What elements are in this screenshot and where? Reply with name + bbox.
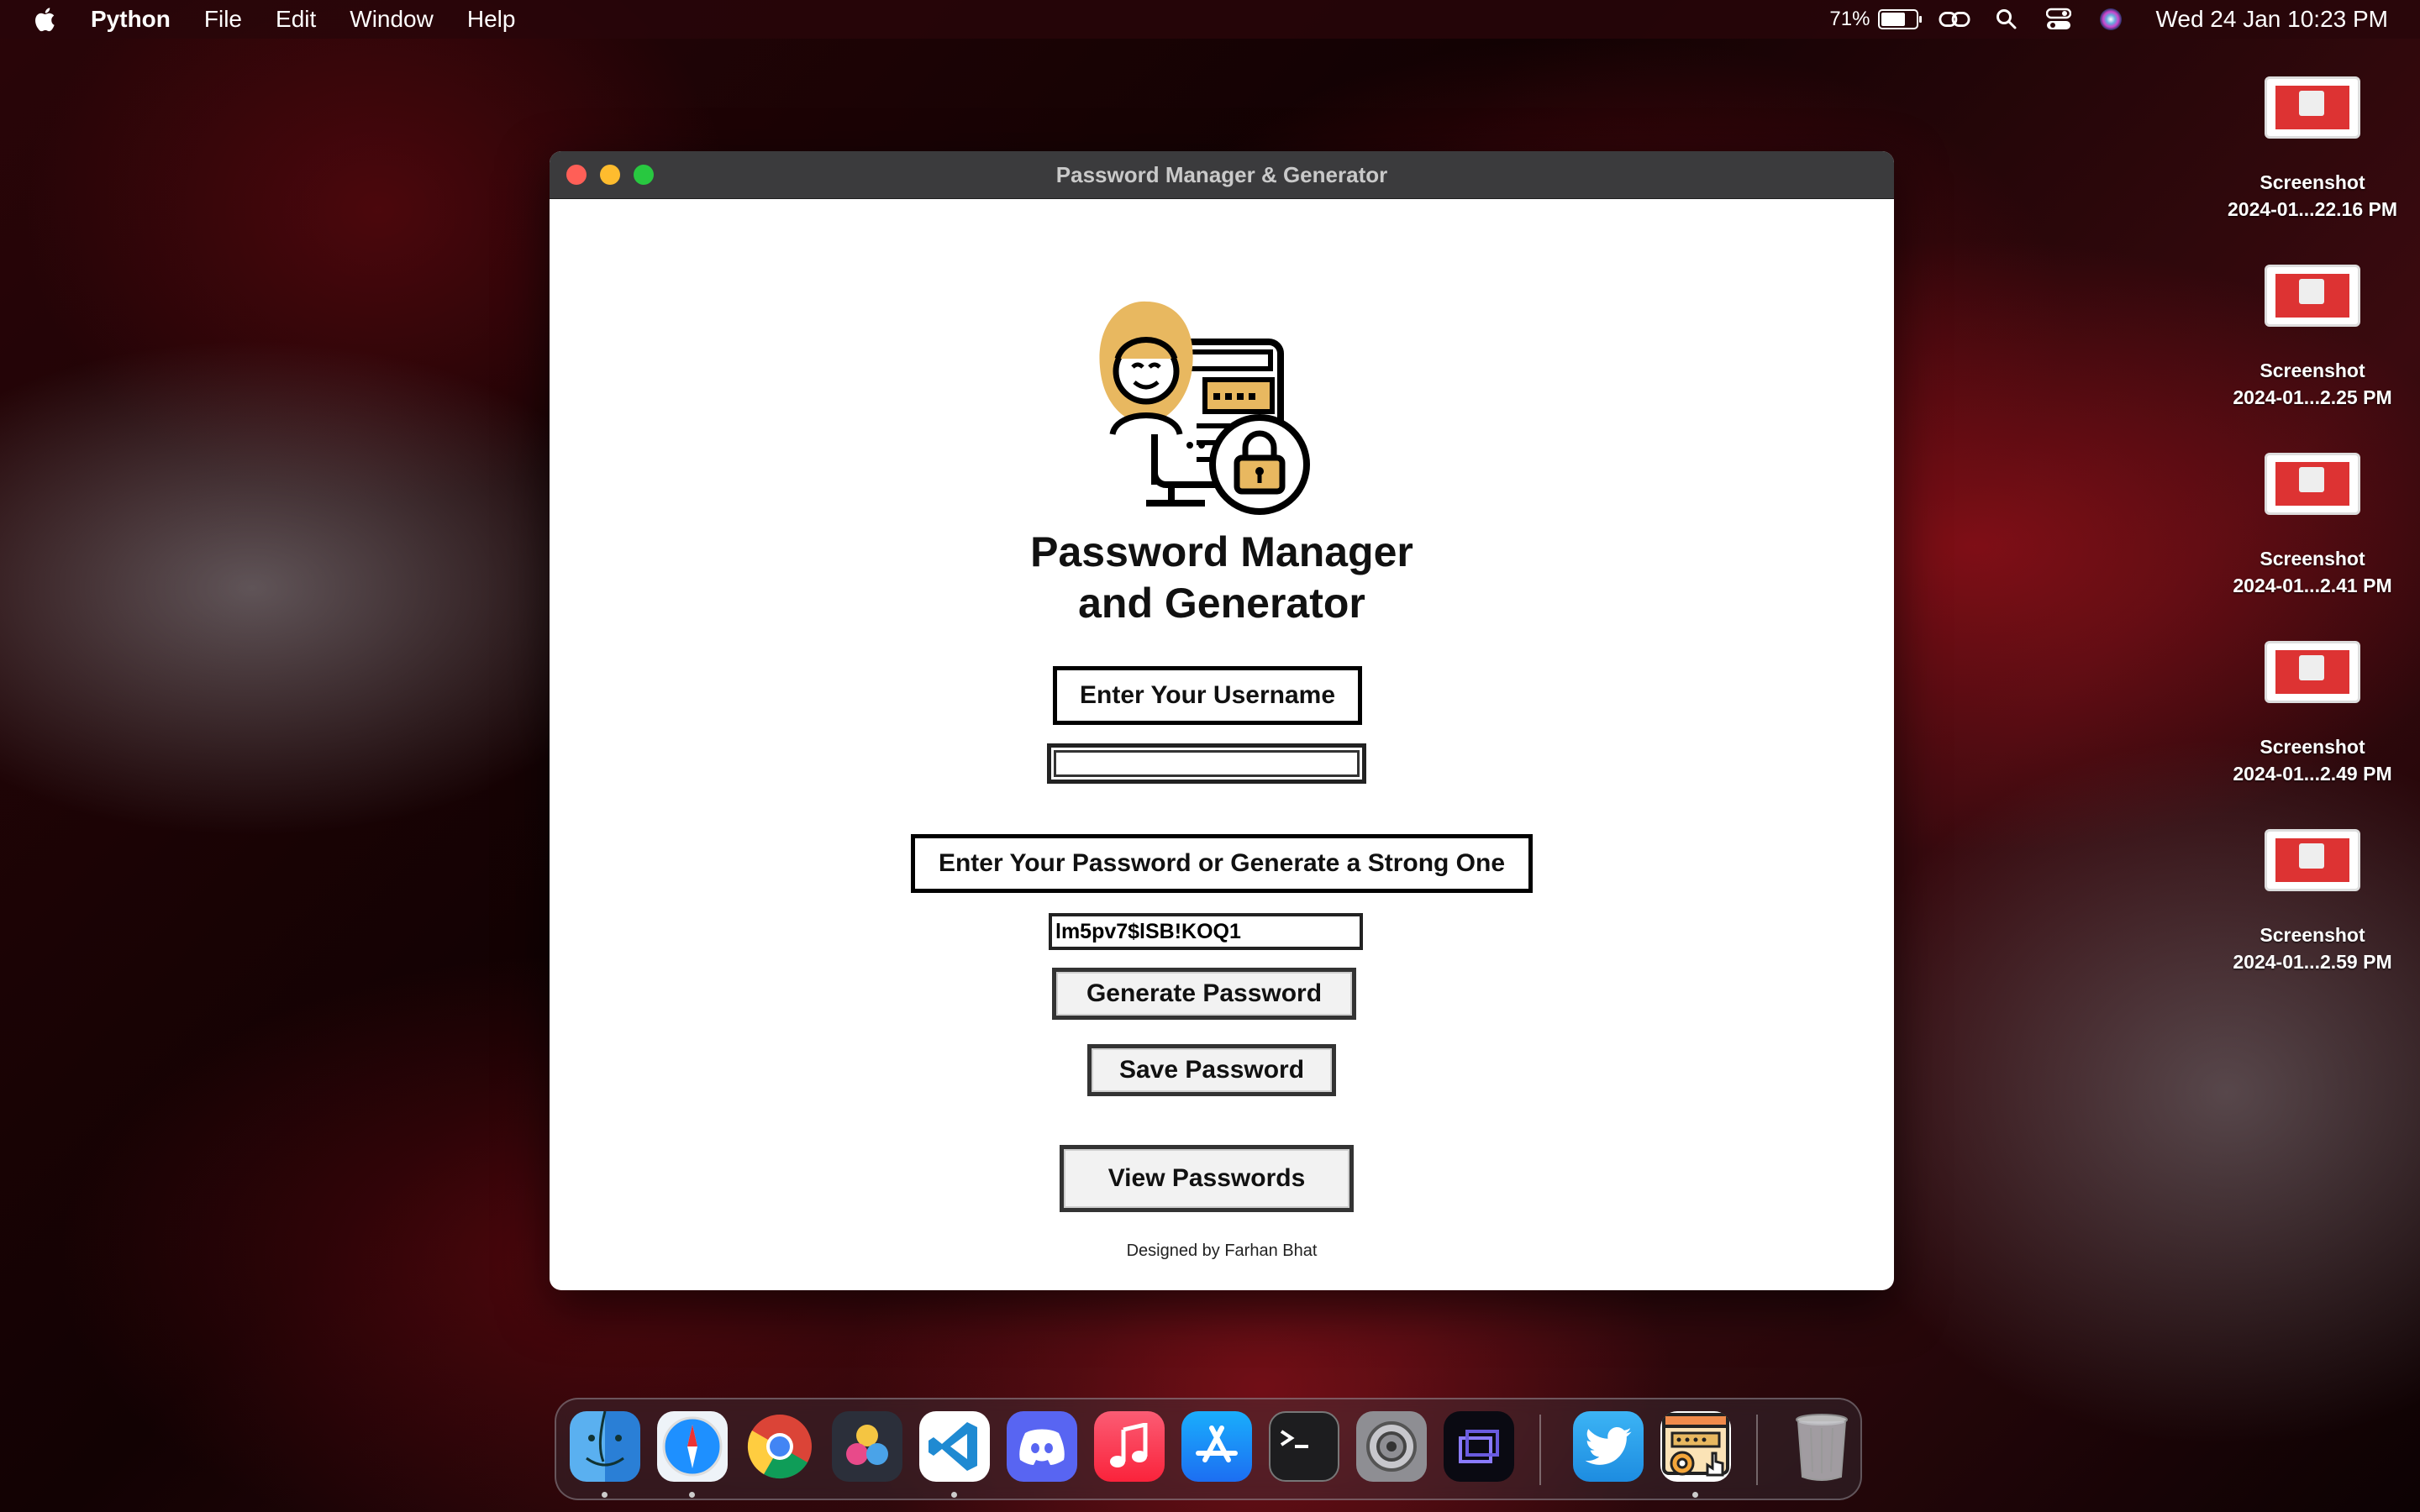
music-icon[interactable] [1094,1411,1165,1482]
discord-icon[interactable] [1007,1411,1077,1482]
footer-area: Designed by Farhan Bhat [550,152,1894,1290]
desktop-files: Screenshot 2024-01...22.16 PM Screenshot 2… [2220,72,2405,1013]
siri-icon[interactable] [2095,5,2127,34]
window-content: Password Manager and Generator Enter Your… [550,199,1894,1290]
file-name: Screenshot 2024-01...2.41 PM [2233,548,2392,596]
chrome-icon[interactable] [744,1411,815,1482]
screenshot-thumbnail [2265,265,2360,327]
search-icon[interactable] [1991,5,2023,34]
footer-credit: Designed by Farhan Bhat [1126,1242,1318,1260]
menu-bar: Python File Edit Window Help 71% Wed 24 … [0,0,2420,39]
file-name: Screenshot 2024-01...2.59 PM [2233,924,2392,973]
battery-icon [1878,9,1923,29]
status-area: 71% Wed 24 Jan 10:23 PM [1829,0,2388,39]
file-name: Screenshot 2024-01...2.49 PM [2233,736,2392,785]
link-icon[interactable] [1939,5,1970,34]
file-name: Screenshot 2024-01...22.16 PM [2227,171,2398,220]
desktop-file[interactable]: Screenshot 2024-01...2.49 PM [2220,637,2405,825]
twitter-icon[interactable] [1573,1411,1644,1482]
screenshot-thumbnail [2265,453,2360,515]
help-menu[interactable]: Help [467,6,516,33]
battery-status[interactable]: 71% [1829,8,1923,31]
screenshot-thumbnail [2265,829,2360,891]
desktop-file[interactable]: Screenshot 2024-01...22.16 PM [2220,72,2405,260]
file-menu[interactable]: File [204,6,242,33]
davinci-resolve-icon[interactable] [832,1411,902,1482]
apple-menu-icon[interactable] [32,5,60,34]
file-name: Screenshot 2024-01...2.25 PM [2233,360,2392,408]
desktop-file[interactable]: Screenshot 2024-01...2.25 PM [2220,260,2405,449]
system-settings-icon[interactable] [1356,1411,1427,1482]
battery-level [1881,13,1905,26]
edit-menu[interactable]: Edit [276,6,316,33]
dock [555,1398,1862,1500]
screen-capture-icon[interactable] [1444,1411,1514,1482]
app-store-icon[interactable] [1181,1411,1252,1482]
terminal-icon[interactable] [1269,1411,1339,1482]
desktop-file[interactable]: Screenshot 2024-01...2.59 PM [2220,825,2405,1013]
trash-icon[interactable] [1786,1411,1857,1482]
python-app-icon[interactable] [1660,1411,1731,1482]
screenshot-thumbnail [2265,641,2360,703]
window-menu[interactable]: Window [350,6,434,33]
control-center-icon[interactable] [2043,5,2075,34]
safari-icon[interactable] [657,1411,728,1482]
finder-icon[interactable] [570,1411,640,1482]
vscode-icon[interactable] [919,1411,990,1482]
app-window: Password Manager & Generator Password Ma… [550,151,1894,1290]
battery-percent: 71% [1829,8,1870,30]
clock[interactable]: Wed 24 Jan 10:23 PM [2155,6,2388,33]
app-menu[interactable]: Python [91,6,171,33]
screenshot-thumbnail [2265,76,2360,139]
desktop-file[interactable]: Screenshot 2024-01...2.41 PM [2220,449,2405,637]
